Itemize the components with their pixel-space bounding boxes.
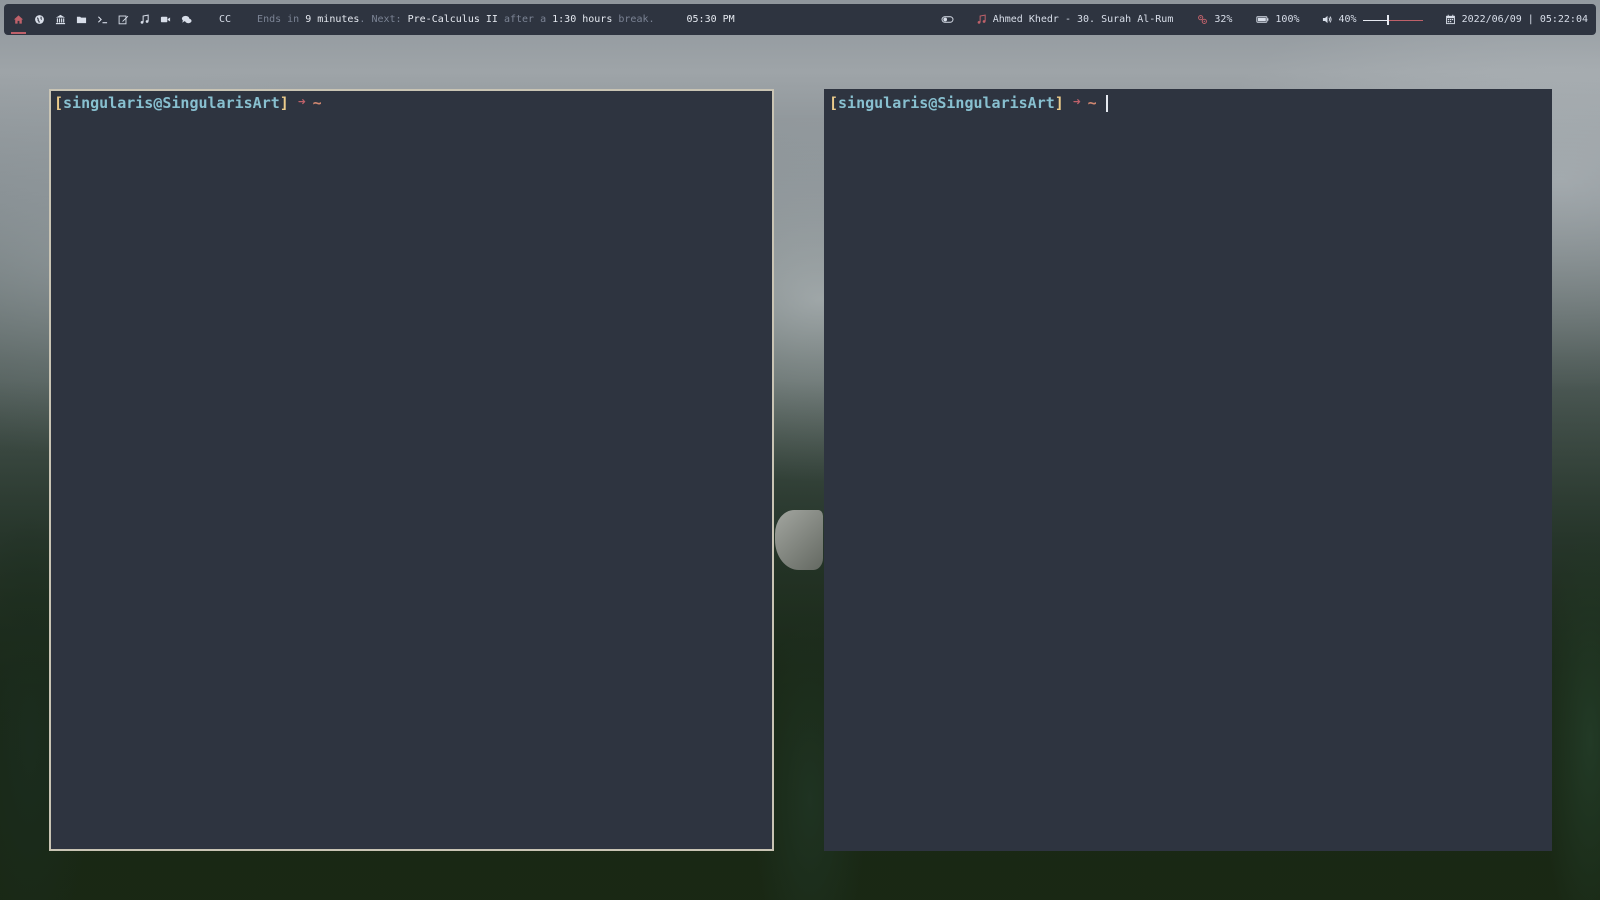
battery-module: 100%: [1256, 14, 1300, 25]
globe-icon: [35, 15, 44, 24]
cpu-module: 32%: [1197, 14, 1232, 25]
video-camera-icon: [160, 16, 171, 23]
chat-icon: [181, 15, 192, 24]
text-cursor: [1105, 94, 1108, 112]
ends-value: 9 minutes: [305, 14, 360, 25]
workspace-video[interactable]: [155, 4, 176, 35]
toggle-icon: [941, 16, 954, 23]
cpu-icon: [1198, 15, 1208, 24]
rock-outcrop: [775, 510, 823, 570]
edit-icon: [118, 15, 129, 25]
prompt-directory: ~: [312, 94, 322, 112]
workspace-terminal[interactable]: [92, 4, 113, 35]
terminal-icon: [97, 16, 108, 24]
ends-prefix: Ends in: [257, 14, 300, 25]
workspace-list: [8, 4, 197, 35]
terminal-window-left[interactable]: [ singularis@SingularisArt ] ➜ ~: [49, 89, 774, 851]
home-icon: [13, 15, 24, 24]
clock-time: 05:30 PM: [686, 14, 735, 25]
status-modules: Ahmed Khedr - 30. Surah Al-Rum 32% 100% …: [941, 4, 1596, 35]
after-prefix: after a: [503, 14, 547, 25]
folder-icon: [76, 16, 87, 24]
volume-value: 40%: [1338, 14, 1357, 25]
bank-icon: [55, 14, 66, 25]
prompt-user-host: singularis@SingularisArt: [838, 94, 1055, 112]
battery-icon: [1256, 16, 1269, 23]
calendar-icon: [1445, 14, 1455, 25]
shell-prompt: [ singularis@SingularisArt ] ➜ ~: [54, 93, 769, 113]
terminal-window-right[interactable]: [ singularis@SingularisArt ] ➜ ~: [824, 89, 1552, 851]
workspace-browser[interactable]: [29, 4, 50, 35]
break-suffix: break.: [618, 14, 655, 25]
next-prefix: . Next:: [359, 14, 402, 25]
volume-slider[interactable]: [1362, 14, 1423, 25]
toggle-module[interactable]: [941, 14, 954, 25]
class-schedule: Ends in 9 minutes. Next: Pre-Calculus II…: [257, 14, 654, 25]
music-note-icon: [977, 14, 986, 24]
prompt-open-bracket: [: [829, 94, 839, 112]
music-module[interactable]: Ahmed Khedr - 30. Surah Al-Rum: [976, 14, 1174, 25]
speaker-icon: [1322, 15, 1332, 24]
prompt-open-bracket: [: [54, 94, 64, 112]
prompt-arrow: ➜: [297, 95, 306, 110]
battery-value: 100%: [1275, 14, 1300, 25]
music-track: Ahmed Khedr - 30. Surah Al-Rum: [992, 14, 1174, 25]
prompt-close-bracket: ]: [279, 94, 289, 112]
workspace-music[interactable]: [134, 4, 155, 35]
status-bar: CC Ends in 9 minutes. Next: Pre-Calculus…: [4, 4, 1596, 35]
workspace-files[interactable]: [71, 4, 92, 35]
prompt-arrow: ➜: [1072, 95, 1081, 110]
datetime-module: 2022/06/09 | 05:22:04: [1445, 14, 1588, 25]
music-note-icon: [140, 14, 149, 24]
next-course: Pre-Calculus II: [407, 14, 498, 25]
volume-slider-filled: [1362, 19, 1387, 21]
volume-module[interactable]: 40%: [1322, 14, 1423, 25]
prompt-user-host: singularis@SingularisArt: [63, 94, 280, 112]
workspace-bank[interactable]: [50, 4, 71, 35]
workspace-chat[interactable]: [176, 4, 197, 35]
shell-prompt: [ singularis@SingularisArt ] ➜ ~: [829, 93, 1547, 113]
prompt-directory: ~: [1087, 94, 1097, 112]
cc-label[interactable]: CC: [219, 14, 231, 25]
volume-slider-empty: [1388, 19, 1423, 21]
workspace-editor[interactable]: [113, 4, 134, 35]
prompt-close-bracket: ]: [1054, 94, 1064, 112]
workspace-home[interactable]: [8, 4, 29, 35]
cpu-value: 32%: [1214, 14, 1233, 25]
datetime-value: 2022/06/09 | 05:22:04: [1461, 14, 1588, 25]
break-length: 1:30 hours: [552, 14, 613, 25]
